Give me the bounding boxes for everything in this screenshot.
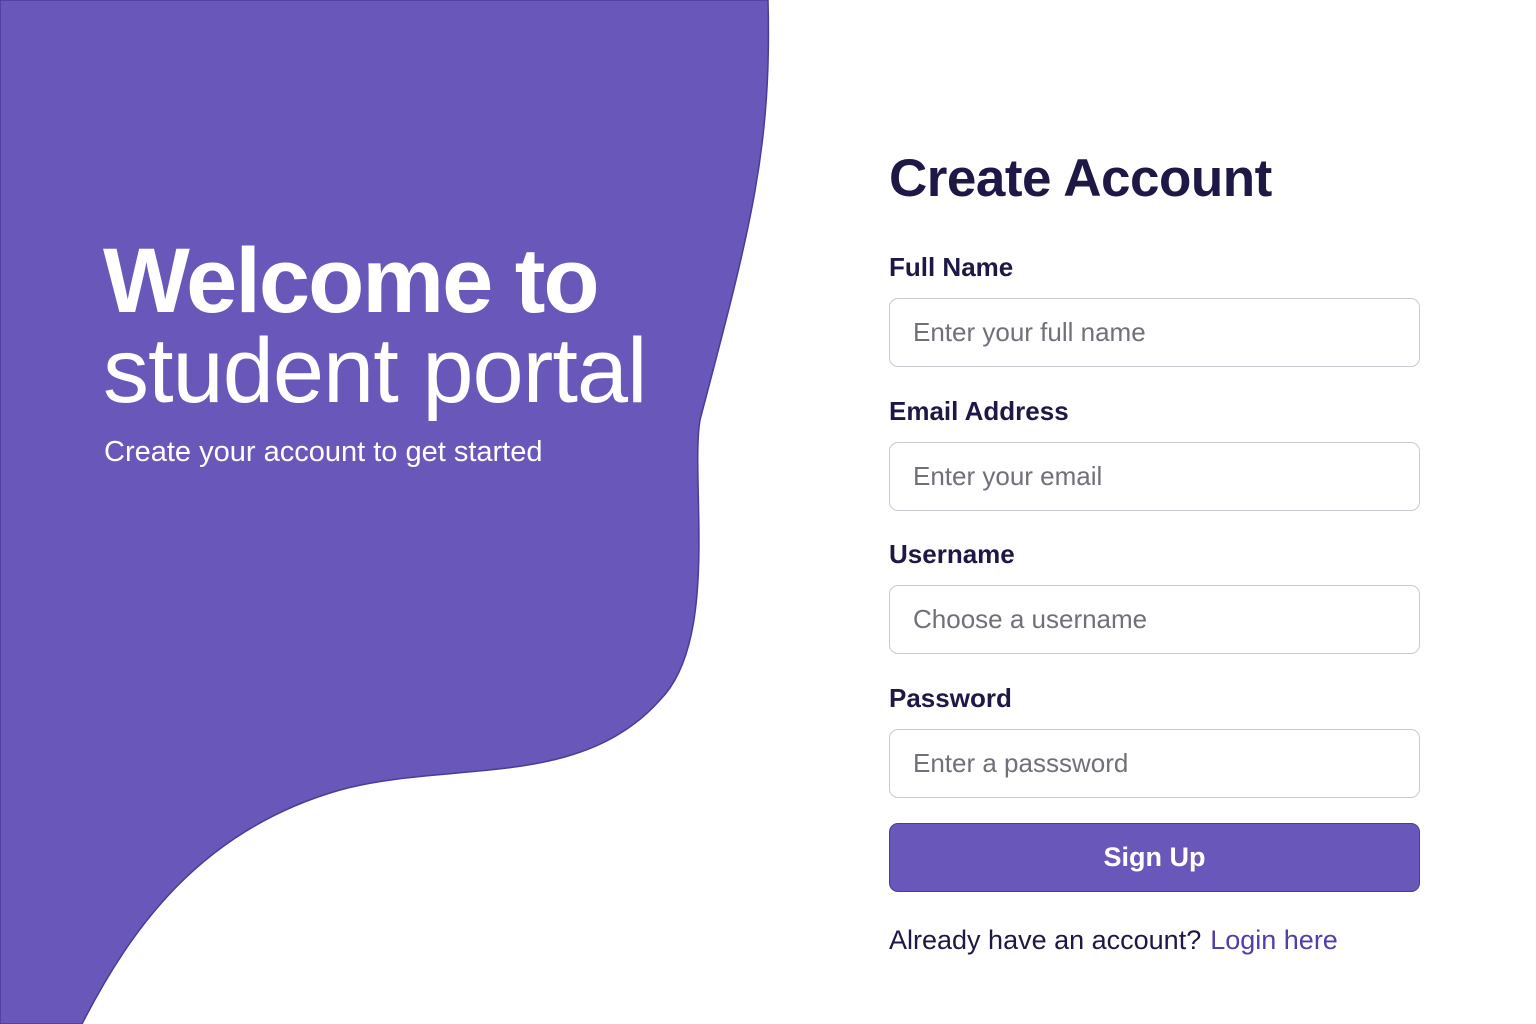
email-field: Email Address bbox=[889, 396, 1420, 511]
hero-title-line2: student portal bbox=[103, 320, 647, 422]
username-label: Username bbox=[889, 539, 1015, 569]
full-name-label: Full Name bbox=[889, 252, 1014, 282]
hero-subtitle: Create your account to get started bbox=[104, 436, 543, 468]
full-name-input[interactable] bbox=[889, 298, 1420, 367]
login-link[interactable]: Login here bbox=[1210, 925, 1338, 955]
login-prompt-text: Already have an account? bbox=[889, 925, 1202, 955]
hero-title-line1: Welcome to bbox=[103, 230, 600, 332]
email-label: Email Address bbox=[889, 396, 1069, 426]
email-input[interactable] bbox=[889, 442, 1420, 511]
signup-page: Welcome to student portal Create your ac… bbox=[0, 0, 1536, 1024]
form-title: Create Account bbox=[889, 149, 1272, 208]
login-prompt-row: Already have an account? Login here bbox=[889, 922, 1338, 958]
username-input[interactable] bbox=[889, 585, 1420, 654]
password-input[interactable] bbox=[889, 729, 1420, 798]
username-field: Username bbox=[889, 539, 1420, 654]
sign-up-button[interactable]: Sign Up bbox=[889, 823, 1420, 892]
hero-title: Welcome to student portal bbox=[103, 230, 647, 422]
full-name-field: Full Name bbox=[889, 252, 1420, 367]
password-label: Password bbox=[889, 683, 1012, 713]
signup-form: Create Account Full Name Email Address U… bbox=[889, 148, 1420, 955]
password-field: Password bbox=[889, 683, 1420, 798]
